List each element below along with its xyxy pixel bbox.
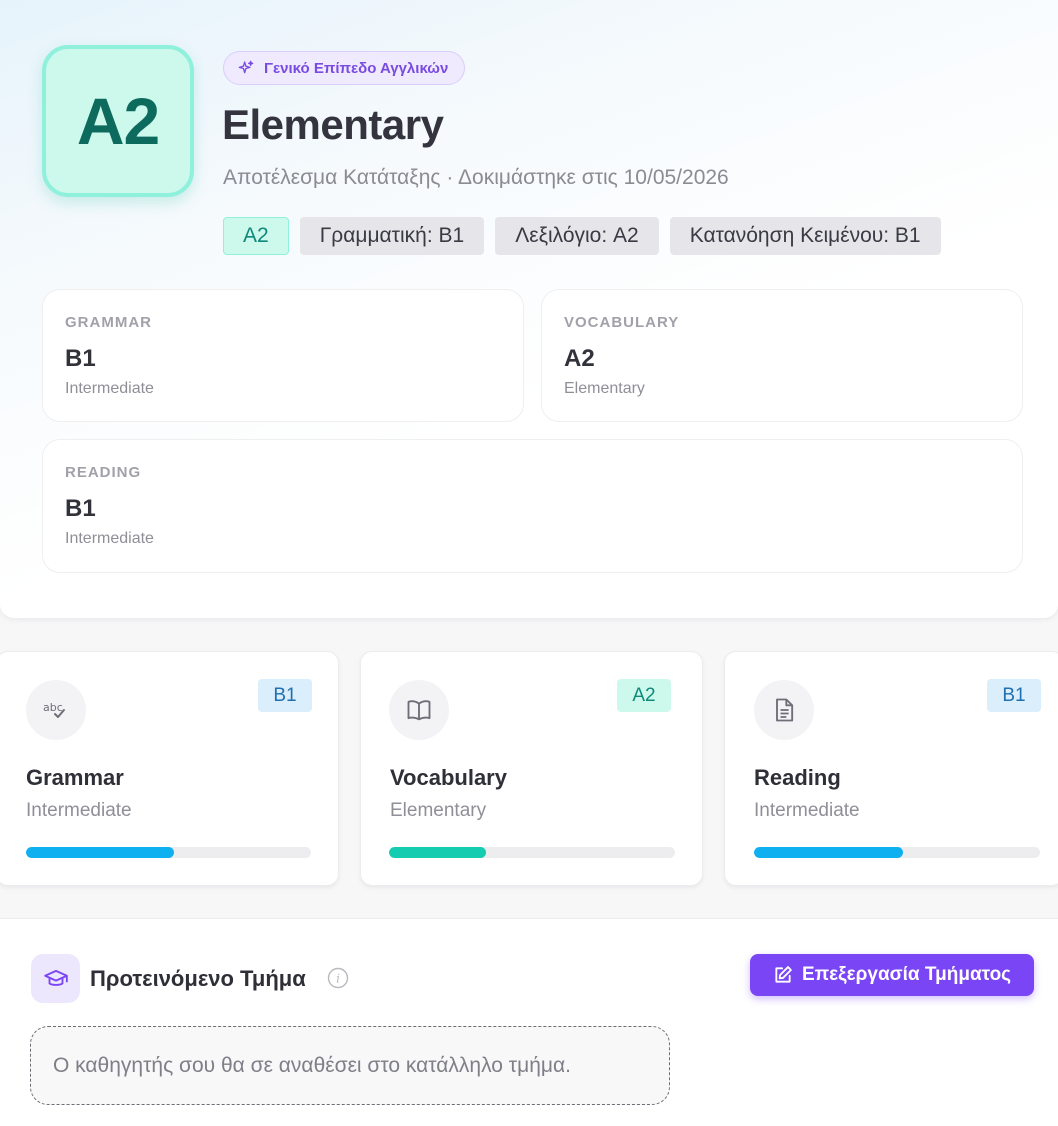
skill-card-description: Intermediate [65,530,154,547]
svg-text:i: i [336,972,340,986]
progress-card-description: Intermediate [26,800,132,821]
vocabulary-progress-fill [389,847,487,858]
edit-class-button[interactable]: Επεξεργασία Τμήματος [750,954,1034,996]
skill-card-level: A2 [564,345,595,372]
book-icon [407,700,431,721]
skill-card-label: GRAMMAR [65,314,152,331]
chip-grammar: Γραμματική: B1 [299,217,485,255]
skill-card-reading: READING B1 Intermediate [42,439,1023,573]
skill-card-vocabulary: VOCABULARY A2 Elementary [541,289,1023,422]
skill-card-level: B1 [65,345,96,372]
assignment-note: Ο καθηγητής σου θα σε αναθέσει στο κατάλ… [30,1026,670,1105]
svg-text:abc: abc [43,701,63,714]
info-icon[interactable]: i [327,967,349,989]
grammar-progress-track [26,847,311,858]
edit-icon [775,966,792,983]
skill-card-description: Intermediate [65,380,154,397]
reading-icon-box [754,680,814,740]
level-chips: A2 Γραμματική: B1 Λεξιλόγιο: A2 Κατανόησ… [223,217,941,255]
placement-subtitle: Αποτέλεσμα Κατάταξης · Δοκιμάστηκε στις … [223,166,729,189]
reading-level-badge: B1 [987,679,1041,712]
skill-card-grammar: GRAMMAR B1 Intermediate [42,289,524,422]
progress-card-title: Grammar [26,765,124,790]
chip-reading: Κατανόηση Κειμένου: B1 [669,217,941,255]
overall-level-badge: A2 [42,45,194,197]
sparkles-icon [238,60,254,74]
edit-class-button-label: Επεξεργασία Τμήματος [801,964,1012,985]
skill-card-label: READING [65,464,142,481]
vocabulary-level-badge: A2 [617,679,671,712]
skill-card-level: B1 [65,495,96,522]
graduation-cap-icon [43,969,68,986]
document-icon [776,698,794,722]
general-level-tag: Γενικό Επίπεδο Αγγλικών [223,51,466,85]
vocabulary-progress-track [389,847,675,858]
recommended-class-panel: Προτεινόμενο Τμήμα i Επεξεργασία Τμήματο… [0,918,1058,1126]
progress-card-title: Reading [754,765,841,790]
skill-card-description: Elementary [564,380,645,397]
reading-progress-track [754,847,1040,858]
level-title: Elementary [222,101,444,148]
progress-card-vocabulary: A2 Vocabulary Elementary [360,651,703,886]
spellcheck-icon: abc [43,701,65,718]
general-level-tag-label: Γενικό Επίπεδο Αγγλικών [264,59,449,77]
progress-card-title: Vocabulary [390,765,507,790]
class-icon-box [31,954,80,1003]
chip-vocabulary: Λεξιλόγιο: A2 [495,217,659,255]
grammar-progress-fill [26,847,175,858]
progress-card-reading: B1 Reading Intermediate [724,651,1058,886]
progress-card-description: Intermediate [754,800,860,821]
skill-card-label: VOCABULARY [564,314,680,331]
vocabulary-icon-box [389,680,449,740]
reading-progress-fill [754,847,903,858]
chip-overall-level: A2 [223,217,289,255]
grammar-icon-box: abc [26,680,86,740]
recommended-class-title: Προτεινόμενο Τμήμα [90,966,306,991]
progress-card-grammar: abc B1 Grammar Intermediate [0,651,339,886]
level-summary-panel: A2 Γενικό Επίπεδο Αγγλικών Elementary Απ… [0,0,1058,618]
progress-card-description: Elementary [390,800,487,821]
grammar-level-badge: B1 [258,679,312,712]
